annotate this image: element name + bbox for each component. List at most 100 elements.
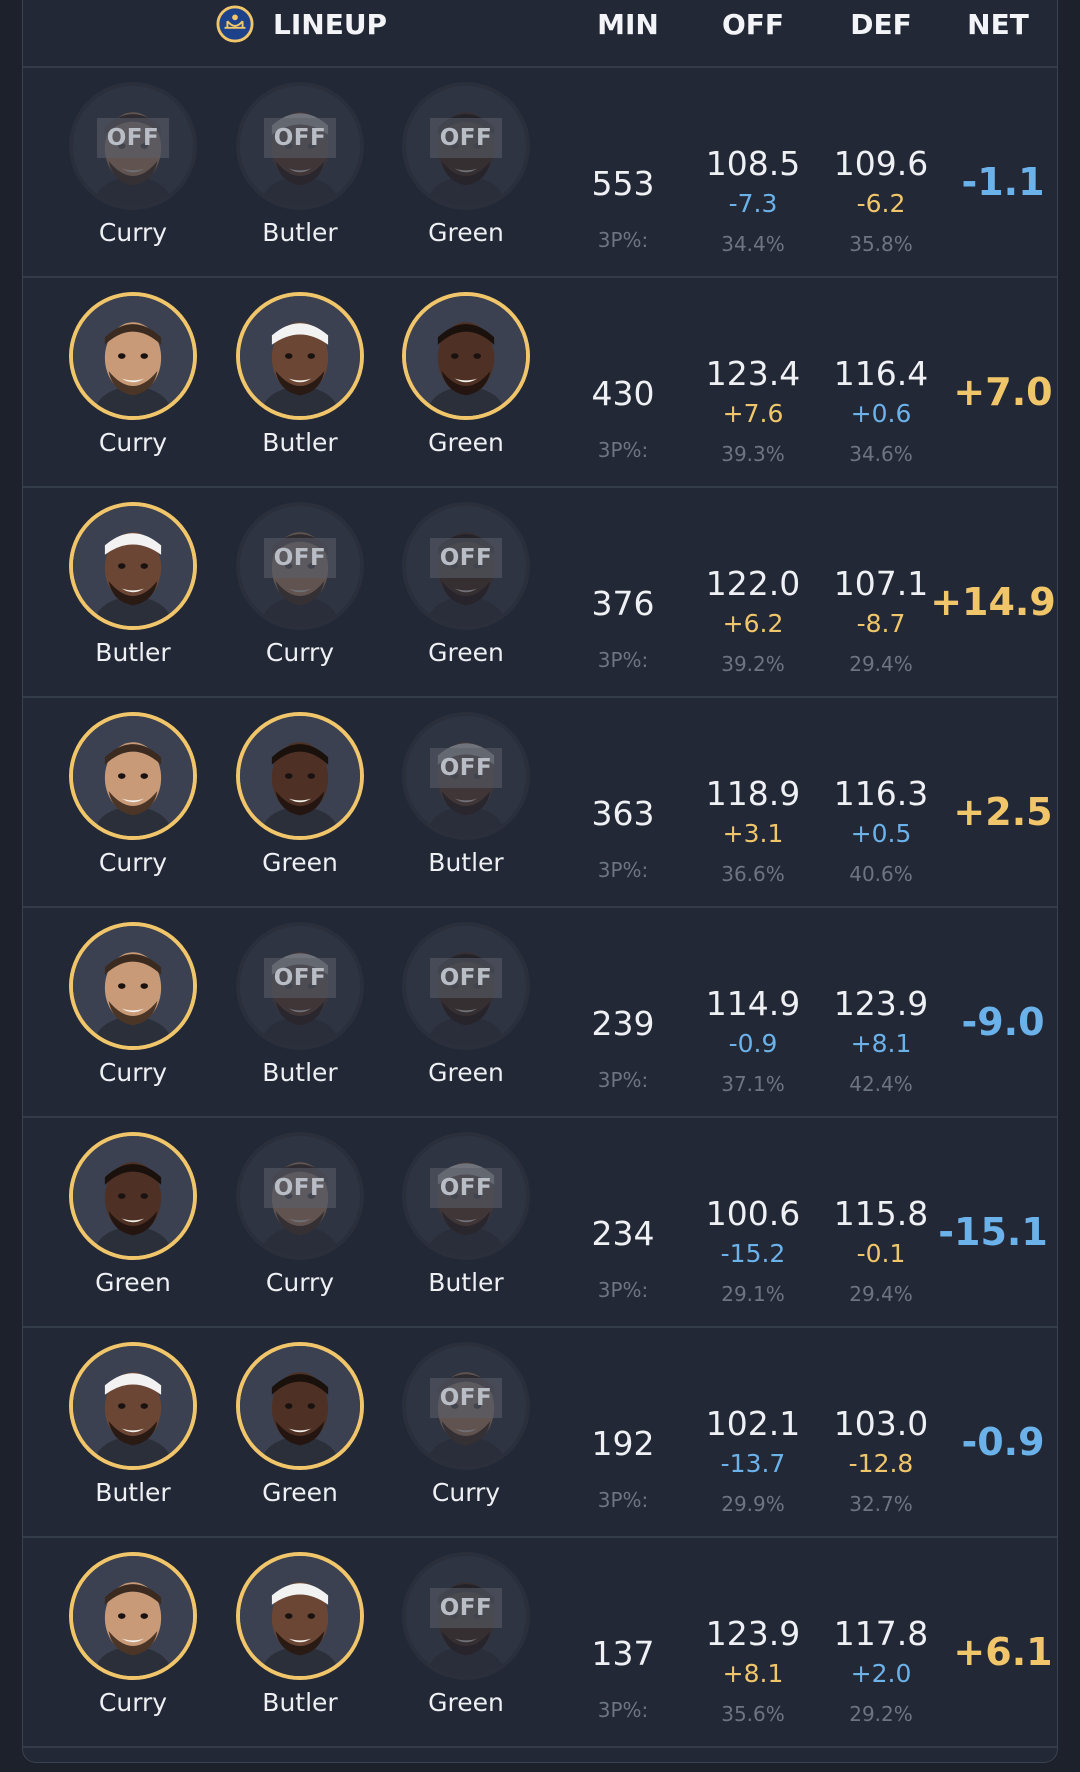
player-2[interactable]: OFF Butler: [225, 922, 375, 1102]
player-1[interactable]: Curry: [58, 712, 208, 892]
player-3[interactable]: Green: [391, 292, 541, 472]
def-header[interactable]: DEF: [816, 8, 946, 41]
player-3[interactable]: OFF Green: [391, 82, 541, 262]
player-avatar: OFF: [402, 502, 530, 630]
def-rating: 116.3 +0.5 40.6%: [816, 774, 946, 886]
off-badge: OFF: [430, 748, 502, 788]
player-3[interactable]: OFF Butler: [391, 712, 541, 892]
minutes-value: 234: [591, 1214, 655, 1253]
off-value: 123.9: [705, 1614, 801, 1653]
three-pt-label: 3P%:: [597, 438, 649, 462]
off-diff: -7.3: [728, 189, 778, 218]
player-avatar: OFF: [402, 712, 530, 840]
player-name: Butler: [262, 1058, 338, 1087]
off-diff: -15.2: [720, 1239, 786, 1268]
player-avatar: OFF: [236, 922, 364, 1050]
player-1[interactable]: Curry: [58, 292, 208, 472]
player-2[interactable]: OFF Curry: [225, 1132, 375, 1312]
player-name: Curry: [98, 848, 168, 877]
player-3[interactable]: OFF Curry: [391, 1342, 541, 1522]
minutes-value: 363: [591, 794, 655, 833]
off-header[interactable]: OFF: [688, 8, 818, 41]
lineup-header[interactable]: LINEUP: [273, 8, 387, 41]
off-value: 102.1: [705, 1404, 801, 1443]
off-diff: +6.2: [722, 609, 784, 638]
player-avatar: [69, 1132, 197, 1260]
def-rating: 103.0 -12.8 32.7%: [816, 1404, 946, 1516]
three-pt-label: 3P%:: [597, 648, 649, 672]
player-1[interactable]: Curry: [58, 1552, 208, 1732]
minutes-value: 430: [591, 374, 655, 413]
off-badge: OFF: [264, 1168, 336, 1208]
player-name: Curry: [265, 1268, 335, 1297]
player-name: Butler: [262, 428, 338, 457]
player-avatar: [69, 922, 197, 1050]
def-value: 116.4: [833, 354, 929, 393]
off-rating: 100.6 -15.2 29.1%: [688, 1194, 818, 1306]
player-3[interactable]: OFF Green: [391, 922, 541, 1102]
off-3p-pct: 39.2%: [721, 652, 785, 676]
off-value: 108.5: [705, 144, 801, 183]
player-1[interactable]: OFF Curry: [58, 82, 208, 262]
player-3[interactable]: OFF Green: [391, 502, 541, 682]
def-3p-pct: 40.6%: [849, 862, 913, 886]
off-rating: 122.0 +6.2 39.2%: [688, 564, 818, 676]
table-row[interactable]: OFF Curry OFF Butler OFF Green 553 3P%: 108.5 -7.…: [23, 68, 1057, 278]
player-1[interactable]: Butler: [58, 502, 208, 682]
lineup-table: LINEUP MIN OFF DEF NET OFF Curry OFF Butler…: [22, 0, 1058, 1763]
def-3p-pct: 34.6%: [849, 442, 913, 466]
player-name: Curry: [98, 1058, 168, 1087]
player-2[interactable]: Green: [225, 712, 375, 892]
player-name: Butler: [95, 1478, 171, 1507]
player-3[interactable]: OFF Butler: [391, 1132, 541, 1312]
player-1[interactable]: Curry: [58, 922, 208, 1102]
table-row[interactable]: Curry Green OFF Butler 363 3P%: 118.9 +3.1 36.6%…: [23, 698, 1057, 908]
off-rating: 123.4 +7.6 39.3%: [688, 354, 818, 466]
def-diff: -12.8: [848, 1449, 914, 1478]
player-avatar: OFF: [236, 82, 364, 210]
table-row[interactable]: Butler OFF Curry OFF Green 376 3P%: 122.0 +6.2 39…: [23, 488, 1057, 698]
off-badge: OFF: [430, 538, 502, 578]
player-1[interactable]: Green: [58, 1132, 208, 1312]
player-name: Green: [262, 848, 338, 877]
player-1[interactable]: Butler: [58, 1342, 208, 1522]
net-rating: -15.1: [938, 1210, 1048, 1254]
player-avatar: OFF: [236, 1132, 364, 1260]
off-badge: OFF: [264, 538, 336, 578]
player-avatar: [236, 292, 364, 420]
min-header[interactable]: MIN: [583, 8, 673, 41]
player-2[interactable]: OFF Butler: [225, 82, 375, 262]
off-3p-pct: 29.1%: [721, 1282, 785, 1306]
player-2[interactable]: Green: [225, 1342, 375, 1522]
team-logo-icon: [216, 5, 254, 43]
minutes-value: 137: [591, 1634, 655, 1673]
player-2[interactable]: Butler: [225, 292, 375, 472]
off-badge: OFF: [430, 1588, 502, 1628]
def-value: 117.8: [833, 1614, 929, 1653]
table-row[interactable]: Butler Green OFF Curry 192 3P%: 102.1 -13.7 29.9…: [23, 1328, 1057, 1538]
player-name: Butler: [262, 218, 338, 247]
off-rating: 123.9 +8.1 35.6%: [688, 1614, 818, 1726]
player-avatar: [69, 712, 197, 840]
def-3p-pct: 35.8%: [849, 232, 913, 256]
def-3p-pct: 29.4%: [849, 1282, 913, 1306]
table-row[interactable]: Green OFF Curry OFF Butler 234 3P%: 100.6 -15.2 2…: [23, 1118, 1057, 1328]
net-header[interactable]: NET: [943, 8, 1053, 41]
def-diff: +2.0: [850, 1659, 912, 1688]
table-row[interactable]: Curry Butler OFF Green 137 3P%: 123.9 +8.1 35.6%…: [23, 1538, 1057, 1748]
player-name: Green: [428, 638, 504, 667]
off-value: 122.0: [705, 564, 801, 603]
player-2[interactable]: Butler: [225, 1552, 375, 1732]
def-diff: +0.5: [850, 819, 912, 848]
table-row[interactable]: Curry Butler Green 430 3P%: 123.4 +7.6 39.3% 116…: [23, 278, 1057, 488]
three-pt-label: 3P%:: [597, 1488, 649, 1512]
player-avatar: OFF: [236, 502, 364, 630]
player-name: Green: [428, 218, 504, 247]
minutes-value: 192: [591, 1424, 655, 1463]
table-row[interactable]: Curry OFF Butler OFF Green 239 3P%: 114.9 -0.9 37…: [23, 908, 1057, 1118]
off-badge: OFF: [430, 958, 502, 998]
player-3[interactable]: OFF Green: [391, 1552, 541, 1732]
player-2[interactable]: OFF Curry: [225, 502, 375, 682]
def-rating: 116.4 +0.6 34.6%: [816, 354, 946, 466]
off-value: 118.9: [705, 774, 801, 813]
